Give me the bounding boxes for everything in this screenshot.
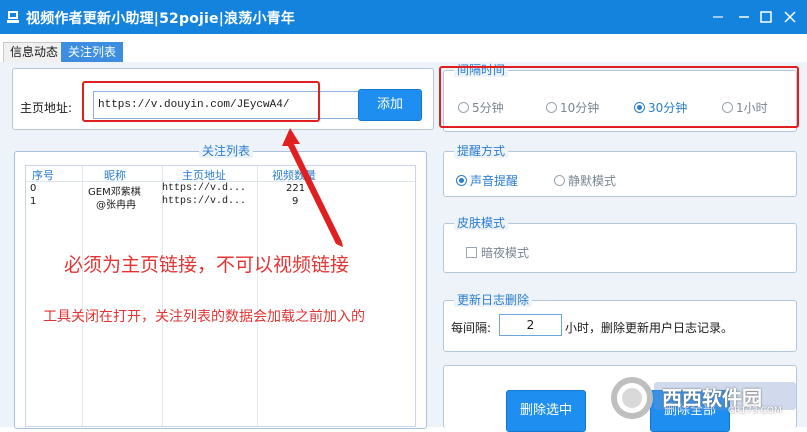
annotation-arrow-icon (282, 128, 343, 247)
delete-selected-button[interactable]: 删除选中 (506, 390, 586, 432)
minimize-button[interactable] (707, 6, 729, 28)
watermark-subtext: CR173.COM (728, 406, 782, 416)
table-row[interactable]: 1 @张冉冉 https://v.d... 9 (26, 196, 415, 211)
radio-icon (554, 175, 565, 186)
dark-mode-checkbox[interactable]: 暗夜模式 (466, 244, 529, 261)
reminder-option-silent[interactable]: 静默模式 (554, 172, 616, 189)
skin-legend: 皮肤模式 (454, 216, 509, 230)
log-suffix-label: 小时，删除更新用户日志记录。 (565, 321, 734, 335)
row-url: https://v.d... (162, 183, 247, 194)
url-highlight-frame (82, 81, 320, 122)
follow-list-section: 关注列表 序号 昵称 主页地址 视频数量 0 GEM邓紫棋 https://v.… (14, 144, 427, 429)
row-url: https://v.d... (162, 196, 247, 207)
reminder-option-sound[interactable]: 声音提醒 (456, 172, 518, 189)
column-header-index[interactable]: 序号 (32, 167, 54, 183)
follow-table[interactable]: 序号 昵称 主页地址 视频数量 0 GEM邓紫棋 https://v.d... … (25, 165, 416, 427)
url-label: 主页地址: (20, 101, 73, 115)
tab-news[interactable]: 信息动态 (3, 42, 66, 62)
row-index: 1 (30, 196, 37, 207)
annotation-main: 必须为主页链接，不可以视频链接 (64, 254, 350, 276)
reminder-section: 提醒方式 声音提醒 静默模式 (443, 144, 797, 197)
checkbox-icon (466, 247, 477, 258)
skin-section: 皮肤模式 暗夜模式 (443, 216, 797, 273)
add-button[interactable]: 添加 (358, 89, 422, 121)
table-header: 序号 昵称 主页地址 视频数量 (26, 166, 415, 182)
row-index: 0 (30, 183, 37, 194)
radio-selected-icon (456, 175, 467, 186)
tab-follow-list[interactable]: 关注列表 (61, 42, 124, 62)
tab-bar: 信息动态 关注列表 (0, 34, 807, 63)
maximize-icon (760, 11, 772, 23)
column-header-nickname[interactable]: 昵称 (104, 167, 126, 183)
watermark-logo: 西西软件园 CR173.COM (610, 376, 800, 420)
window-title: 视频作者更新小助理|52pojie|浪荡小青年 (26, 11, 296, 27)
app-icon (7, 11, 19, 23)
maximize-button[interactable] (755, 6, 777, 28)
column-header-url[interactable]: 主页地址 (182, 167, 226, 183)
minimize-button-2[interactable] (733, 6, 755, 28)
table-row[interactable]: 0 GEM邓紫棋 https://v.d... 221 (26, 183, 415, 198)
log-prefix-label: 每间隔: (451, 321, 492, 335)
row-nickname: @张冉冉 (96, 200, 136, 211)
title-bar: 视频作者更新小助理|52pojie|浪荡小青年 (0, 0, 807, 34)
reminder-legend: 提醒方式 (454, 144, 509, 158)
log-section: 更新日志删除 每间隔: 2 小时，删除更新用户日志记录。 (443, 293, 797, 352)
follow-list-legend: 关注列表 (199, 144, 254, 158)
log-interval-input[interactable]: 2 (499, 314, 562, 336)
minimize-icon (739, 16, 749, 18)
close-icon (784, 11, 796, 23)
annotation-secondary: 工具关闭在打开，关注列表的数据会加载之前加入的 (43, 309, 365, 325)
close-button[interactable] (779, 6, 801, 28)
interval-highlight-frame (439, 66, 799, 128)
main-panel: 主页地址: https://v.douyin.com/JEycwA4/ 添加 间… (0, 62, 807, 432)
log-legend: 更新日志删除 (454, 293, 533, 307)
minimize-icon (713, 16, 723, 18)
